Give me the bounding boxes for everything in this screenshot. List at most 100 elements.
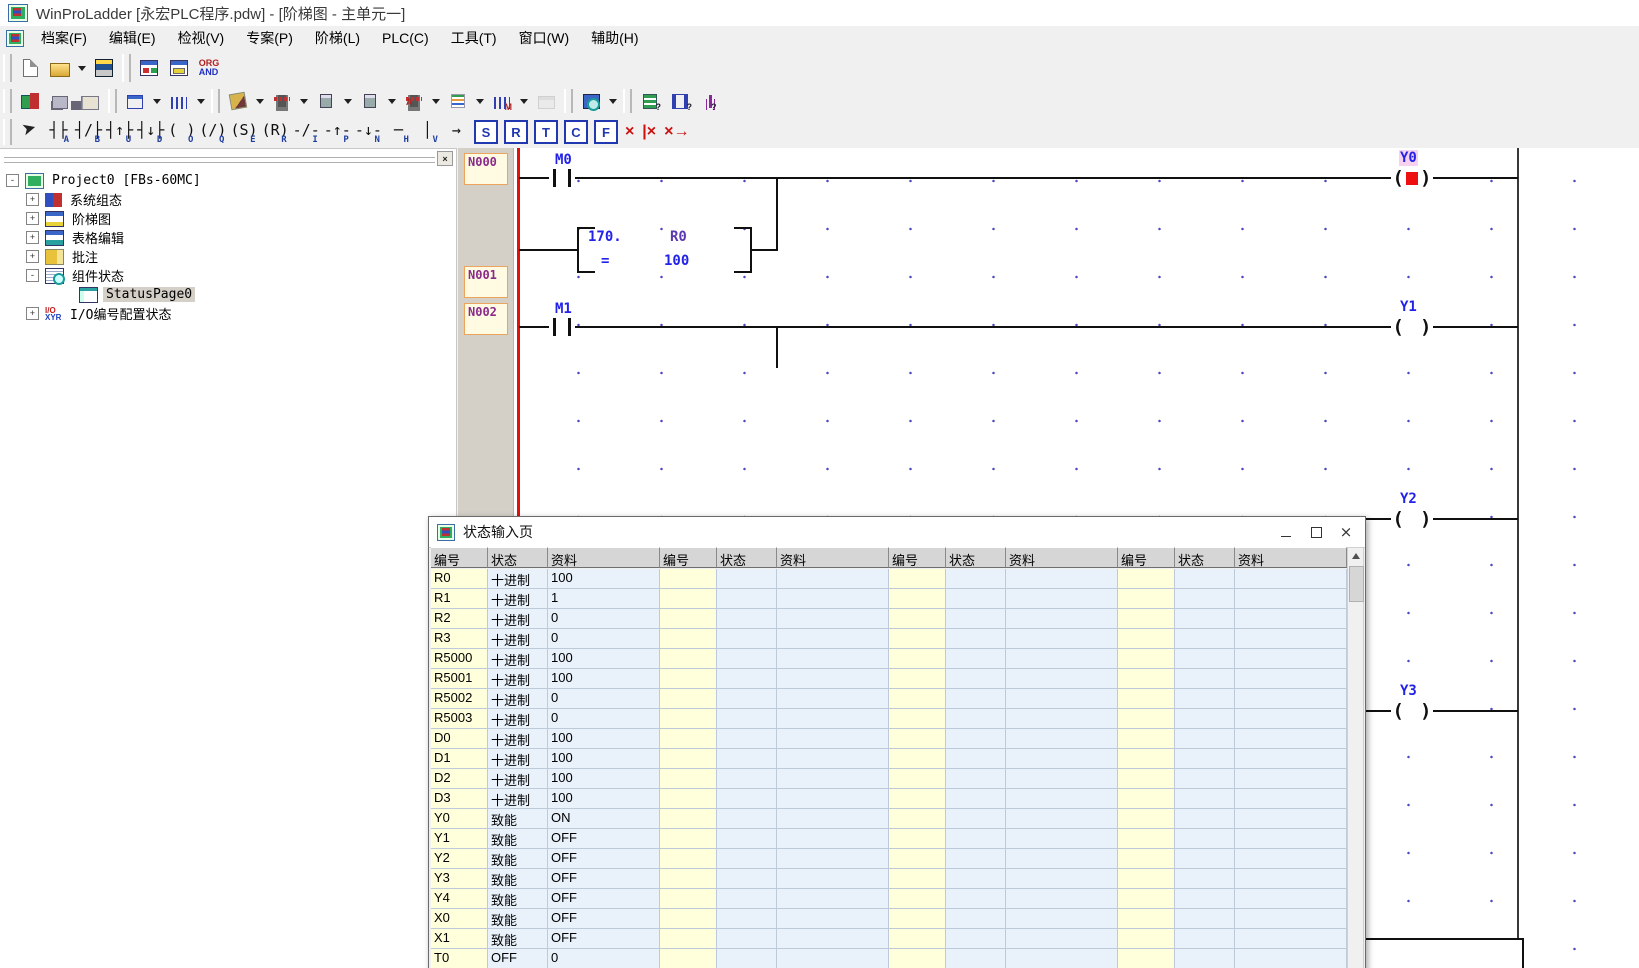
cell-empty[interactable] — [660, 849, 717, 869]
cell-empty[interactable] — [1175, 949, 1235, 968]
cell-empty[interactable] — [777, 929, 889, 949]
cell-empty[interactable] — [1175, 789, 1235, 809]
compare-value[interactable]: 100 — [664, 253, 689, 269]
menu-item-edit[interactable]: 编辑(E) — [98, 26, 167, 50]
cell-empty[interactable] — [946, 949, 1006, 968]
cell-empty[interactable] — [660, 589, 717, 609]
column-header-id[interactable]: 编号 — [1118, 547, 1175, 568]
compare-block-right-bracket[interactable] — [734, 227, 752, 273]
cell-empty[interactable] — [660, 709, 717, 729]
menu-item-project[interactable]: 专案(P) — [235, 26, 304, 50]
function-c-button[interactable]: C — [564, 120, 588, 144]
cell-empty[interactable] — [660, 569, 717, 589]
cell-value[interactable]: 100 — [548, 749, 660, 769]
cell-empty[interactable] — [717, 649, 777, 669]
cell-empty[interactable] — [1006, 749, 1118, 769]
cell-empty[interactable] — [1175, 889, 1235, 909]
scroll-up-button[interactable] — [1348, 548, 1363, 563]
cell-id[interactable]: R5000 — [431, 649, 488, 669]
cell-empty[interactable] — [660, 609, 717, 629]
cell-empty[interactable] — [717, 829, 777, 849]
cell-empty[interactable] — [946, 749, 1006, 769]
cell-value[interactable]: 0 — [548, 709, 660, 729]
cell-value[interactable]: OFF — [548, 929, 660, 949]
cell-empty[interactable] — [1175, 709, 1235, 729]
cell-empty[interactable] — [1118, 829, 1175, 849]
cell-empty[interactable] — [660, 769, 717, 789]
expand-plus-icon[interactable]: + — [26, 212, 39, 225]
cell-empty[interactable] — [889, 569, 946, 589]
ladder-edit-button[interactable] — [165, 54, 193, 82]
cell-empty[interactable] — [1235, 809, 1347, 829]
column-header-id[interactable]: 编号 — [431, 547, 488, 568]
cell-empty[interactable] — [1118, 949, 1175, 968]
cell-empty[interactable] — [717, 689, 777, 709]
cell-empty[interactable] — [1118, 669, 1175, 689]
chip-button[interactable] — [46, 87, 74, 115]
status-list-button[interactable] — [444, 87, 472, 115]
dropdown-arrow-icon[interactable] — [256, 99, 264, 104]
rung-label-n000[interactable]: N000 — [464, 153, 508, 185]
cell-status[interactable]: 致能 — [488, 929, 548, 949]
minimize-button[interactable] — [1271, 521, 1301, 543]
toolbar-grip[interactable] — [3, 89, 12, 113]
cell-empty[interactable] — [889, 609, 946, 629]
coil-y2[interactable]: () — [1391, 507, 1433, 531]
coil-y3[interactable]: () — [1391, 699, 1433, 723]
cell-empty[interactable] — [1118, 869, 1175, 889]
status-help-button[interactable] — [636, 87, 664, 115]
dropdown-arrow-icon[interactable] — [520, 99, 528, 104]
cell-empty[interactable] — [946, 629, 1006, 649]
cell-empty[interactable] — [777, 749, 889, 769]
cell-empty[interactable] — [660, 929, 717, 949]
cell-empty[interactable] — [717, 769, 777, 789]
coil-y3-label[interactable]: Y3 — [1399, 683, 1418, 699]
cell-status[interactable]: 十进制 — [488, 789, 548, 809]
compare-operator[interactable]: = — [601, 253, 609, 269]
cell-id[interactable]: Y1 — [431, 829, 488, 849]
cell-empty[interactable] — [1175, 769, 1235, 789]
cell-empty[interactable] — [946, 769, 1006, 789]
cell-status[interactable]: 十进制 — [488, 689, 548, 709]
cell-empty[interactable] — [1235, 849, 1347, 869]
cell-empty[interactable] — [1006, 589, 1118, 609]
cell-empty[interactable] — [777, 589, 889, 609]
menu-item-view[interactable]: 检视(V) — [167, 26, 236, 50]
tree-item-node-0[interactable]: +系统组态 — [4, 190, 452, 209]
cell-empty[interactable] — [1175, 589, 1235, 609]
column-header-value[interactable]: 资料 — [777, 547, 889, 568]
cell-empty[interactable] — [1235, 689, 1347, 709]
cell-value[interactable]: 100 — [548, 769, 660, 789]
cell-empty[interactable] — [1175, 609, 1235, 629]
cell-empty[interactable] — [889, 789, 946, 809]
cell-status[interactable]: 十进制 — [488, 769, 548, 789]
cell-value[interactable]: 100 — [548, 649, 660, 669]
cell-empty[interactable] — [717, 569, 777, 589]
delete-row-button[interactable]: ×→ — [664, 123, 689, 141]
window-tile-button[interactable] — [135, 54, 163, 82]
cell-empty[interactable] — [777, 909, 889, 929]
ladder-tool-arrow-button[interactable]: → — [443, 118, 470, 146]
cell-empty[interactable] — [777, 789, 889, 809]
cell-empty[interactable] — [777, 629, 889, 649]
cell-empty[interactable] — [889, 729, 946, 749]
dropdown-arrow-icon[interactable] — [388, 99, 396, 104]
io-a-button[interactable] — [400, 87, 428, 115]
cell-empty[interactable] — [1118, 629, 1175, 649]
cell-empty[interactable] — [946, 609, 1006, 629]
cell-id[interactable]: R5001 — [431, 669, 488, 689]
cell-empty[interactable] — [1118, 789, 1175, 809]
cell-status[interactable]: 十进制 — [488, 609, 548, 629]
cell-empty[interactable] — [717, 889, 777, 909]
cell-empty[interactable] — [660, 889, 717, 909]
cell-empty[interactable] — [1235, 749, 1347, 769]
cell-empty[interactable] — [1175, 869, 1235, 889]
cell-empty[interactable] — [717, 929, 777, 949]
status-window-title-bar[interactable]: 状态输入页 — [429, 517, 1365, 548]
menu-item-tools[interactable]: 工具(T) — [440, 26, 508, 50]
expand-plus-icon[interactable]: + — [26, 307, 39, 320]
cell-empty[interactable] — [946, 909, 1006, 929]
delete-element-button[interactable]: × — [625, 123, 634, 141]
plc-stop-button[interactable] — [312, 87, 340, 115]
cell-status[interactable]: 致能 — [488, 809, 548, 829]
